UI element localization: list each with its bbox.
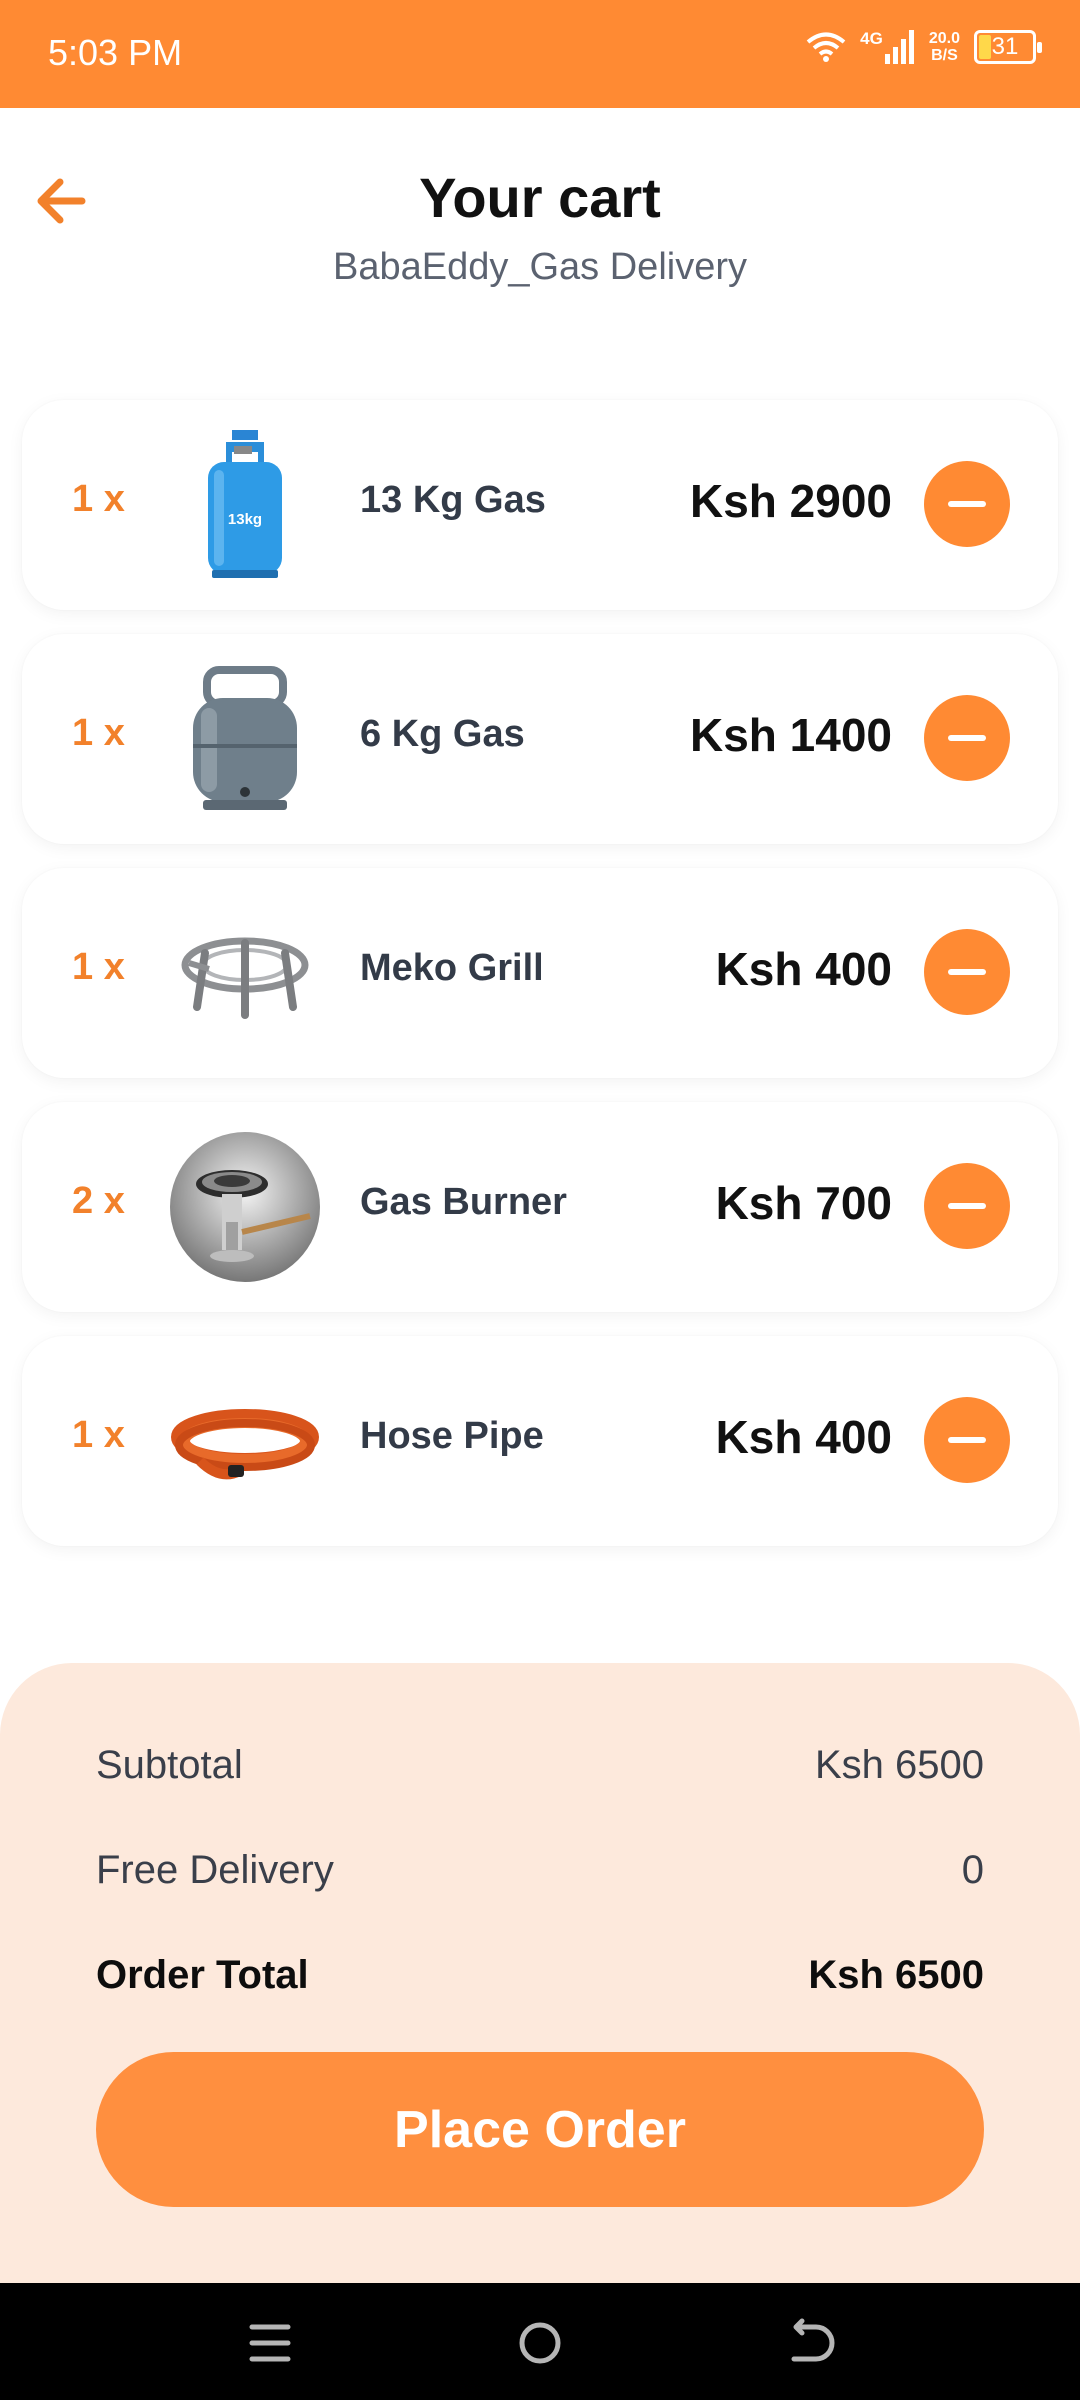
item-quantity: 1 x	[72, 1414, 125, 1456]
remove-item-button[interactable]	[924, 929, 1010, 1015]
subtotal-label: Subtotal	[96, 1743, 243, 1787]
cart-item: 2 x Gas Burner Ksh 700	[22, 1102, 1058, 1312]
status-icons: 4G 20.0 B/S 31	[806, 29, 1042, 64]
subtotal-row: Subtotal Ksh 6500	[96, 1743, 984, 1788]
item-name: Hose Pipe	[360, 1415, 544, 1457]
back-icon[interactable]	[770, 2303, 850, 2383]
item-price: Ksh 400	[715, 943, 892, 995]
order-total-label: Order Total	[96, 1953, 309, 1997]
status-bar: 5:03 PM 4G 20.0 B/S 31	[0, 0, 1080, 108]
page-subtitle: BabaEddy_Gas Delivery	[333, 246, 747, 288]
item-price: Ksh 700	[715, 1177, 892, 1229]
network-speed: 20.0 B/S	[928, 30, 960, 64]
remove-item-button[interactable]	[924, 1397, 1010, 1483]
cylinder-badge: 13kg	[228, 511, 262, 528]
item-quantity: 1 x	[72, 712, 125, 754]
item-name: 6 Kg Gas	[360, 713, 525, 755]
order-summary: Subtotal Ksh 6500 Free Delivery 0 Order …	[0, 1663, 1080, 2283]
remove-item-button[interactable]	[924, 461, 1010, 547]
battery-level: 31	[991, 33, 1019, 60]
item-name: 13 Kg Gas	[360, 479, 546, 521]
item-price: Ksh 1400	[689, 709, 892, 761]
system-nav-bar	[0, 2283, 1080, 2400]
item-quantity: 1 x	[72, 478, 125, 520]
meko-grill-icon	[170, 898, 320, 1048]
cart-item: 1 x 6 Kg Gas Ksh 1400	[22, 634, 1058, 844]
subtotal-value: Ksh 6500	[814, 1743, 984, 1787]
menu-icon[interactable]	[230, 2303, 310, 2383]
battery-icon: 31	[974, 30, 1042, 64]
signal-icon	[884, 30, 914, 64]
item-price: Ksh 2900	[689, 475, 892, 527]
page-title: Your cart	[419, 166, 661, 229]
remove-item-button[interactable]	[924, 695, 1010, 781]
cart-item: 1 x 13kg 13 Kg Gas Ksh 2900	[22, 400, 1058, 610]
home-icon[interactable]	[500, 2303, 580, 2383]
item-quantity: 2 x	[72, 1180, 125, 1222]
order-total-row: Order Total Ksh 6500	[96, 1953, 984, 1998]
gas-cylinder-13kg-icon: 13kg	[170, 430, 320, 580]
order-total-value: Ksh 6500	[808, 1953, 984, 1997]
delivery-label: Free Delivery	[96, 1848, 334, 1892]
cart-item: 1 x Hose Pipe Ksh 400	[22, 1336, 1058, 1546]
status-time: 5:03 PM	[48, 32, 183, 73]
item-name: Gas Burner	[360, 1181, 567, 1223]
delivery-value: 0	[961, 1848, 984, 1892]
item-price: Ksh 400	[715, 1411, 892, 1463]
item-quantity: 1 x	[72, 946, 125, 988]
delivery-row: Free Delivery 0	[96, 1848, 984, 1893]
network-type: 4G	[860, 29, 883, 48]
wifi-icon	[806, 32, 846, 62]
remove-item-button[interactable]	[924, 1163, 1010, 1249]
item-name: Meko Grill	[360, 947, 544, 989]
cart-list: 1 x 13kg 13 Kg Gas Ksh 2900 1 x 6 Kg Gas…	[22, 400, 1058, 1570]
cart-item: 1 x Meko Grill Ksh 400	[22, 868, 1058, 1078]
place-order-button[interactable]: Place Order	[96, 2052, 984, 2207]
gas-cylinder-6kg-icon	[170, 664, 320, 814]
hose-pipe-icon	[170, 1366, 320, 1516]
gas-burner-icon	[170, 1132, 320, 1282]
